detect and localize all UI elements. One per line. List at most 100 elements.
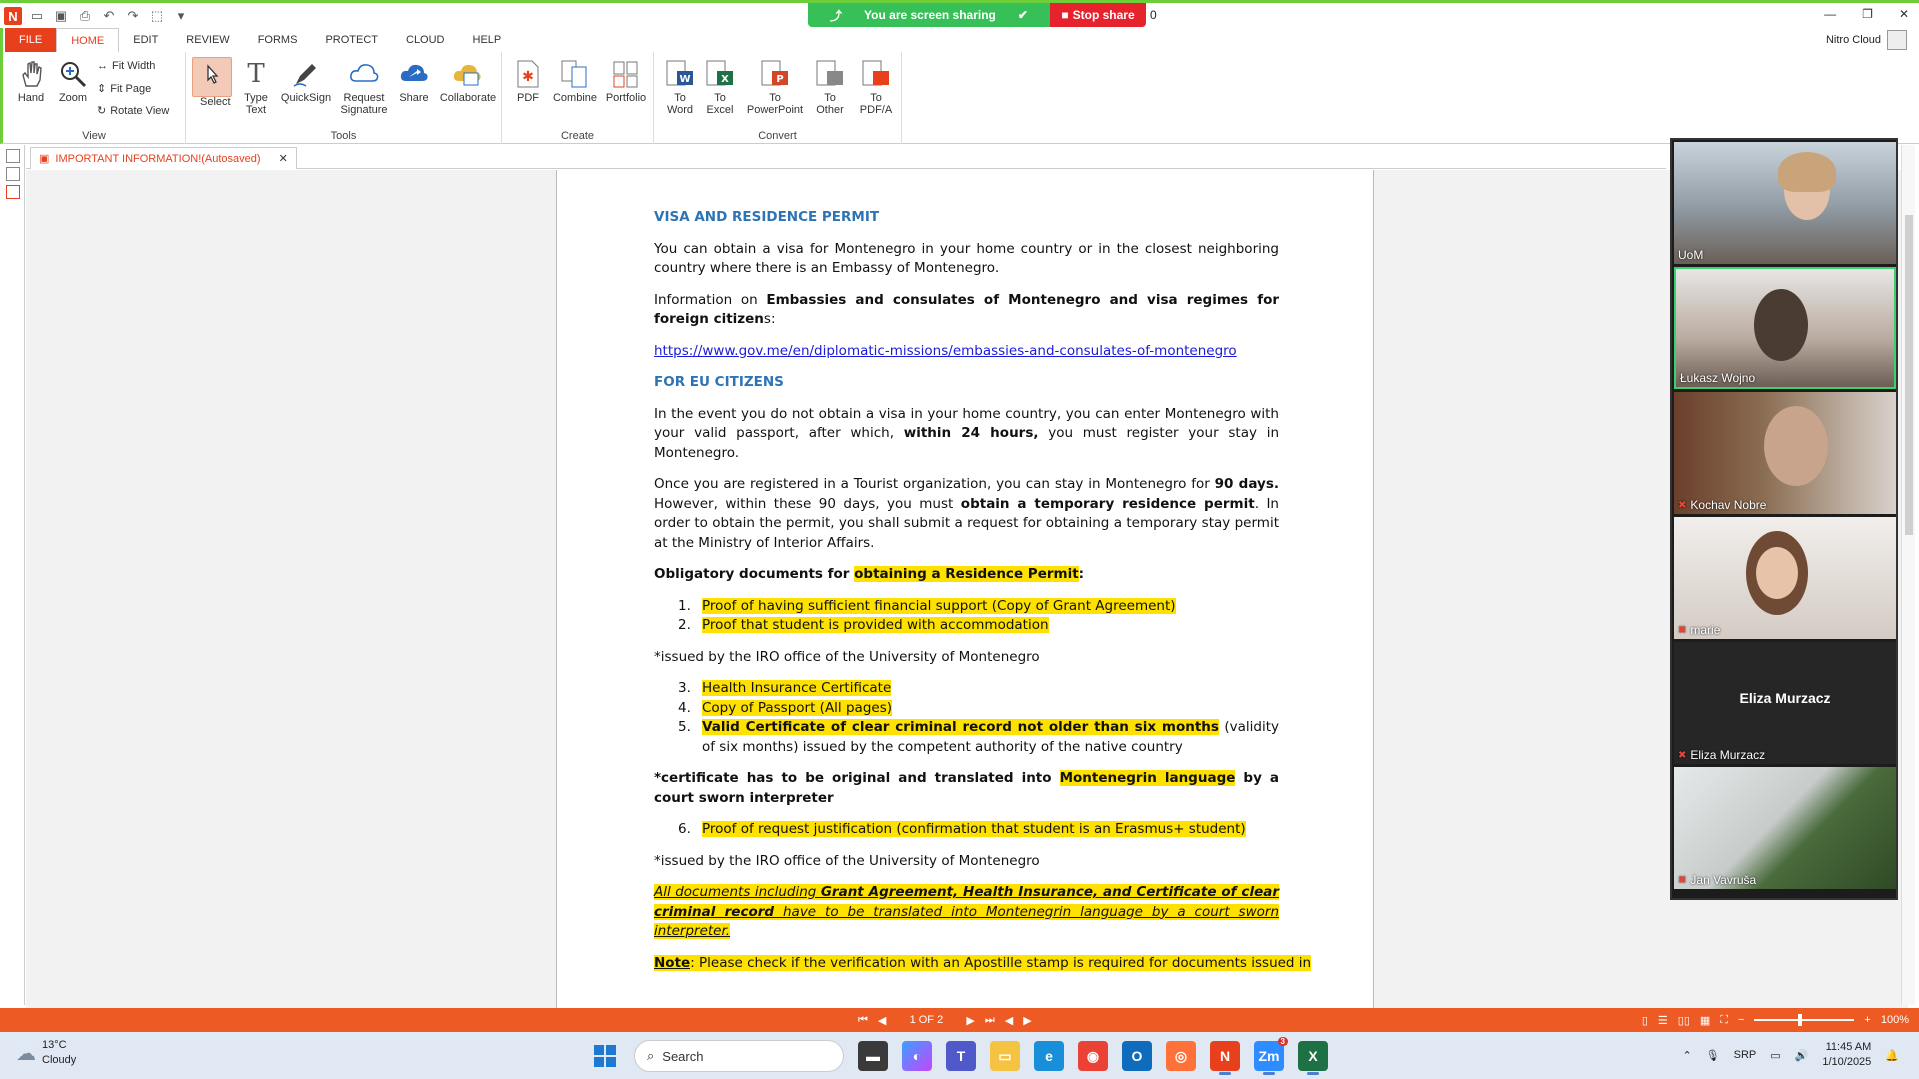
tab-review[interactable]: REVIEW: [172, 28, 243, 52]
account-label: Nitro Cloud: [1825, 34, 1881, 46]
facing-continuous-icon[interactable]: ▦: [1700, 1014, 1710, 1027]
participant-tile[interactable]: ✖ marie: [1674, 517, 1896, 639]
open-icon[interactable]: ▭: [28, 7, 46, 25]
tab-home[interactable]: HOME: [56, 28, 120, 52]
excel-icon[interactable]: X: [1298, 1041, 1328, 1075]
avatar[interactable]: [1887, 30, 1907, 50]
tab-file[interactable]: FILE: [5, 28, 57, 52]
save-icon[interactable]: ▣: [52, 7, 70, 25]
type-text-button[interactable]: T Type Text: [238, 58, 274, 116]
first-page-icon[interactable]: ⏮: [858, 1014, 868, 1027]
zoom-in-icon[interactable]: +: [1864, 1014, 1870, 1026]
taskbar-search[interactable]: ⌕ Search: [634, 1040, 844, 1072]
tab-forms[interactable]: FORMS: [244, 28, 312, 52]
fit-page-button[interactable]: ⇕ Fit Page: [97, 82, 151, 96]
pages-panel-icon[interactable]: [6, 149, 20, 163]
chrome-icon[interactable]: ◉: [1078, 1041, 1108, 1071]
restore-icon[interactable]: ❐: [1862, 7, 1873, 21]
zoom-slider[interactable]: [1754, 1014, 1855, 1026]
tab-protect[interactable]: PROTECT: [311, 28, 392, 52]
to-powerpoint-button[interactable]: P To PowerPoint: [744, 58, 806, 116]
facing-icon[interactable]: ▯▯: [1678, 1014, 1690, 1027]
stop-share-button[interactable]: ■ Stop share: [1050, 3, 1146, 27]
collaborate-button[interactable]: Collaborate: [438, 58, 498, 104]
to-word-button[interactable]: W To Word: [662, 58, 698, 116]
next-page-icon[interactable]: ▶: [966, 1014, 974, 1027]
zoom-button[interactable]: Zoom: [55, 58, 91, 104]
document-tab[interactable]: ▣ IMPORTANT INFORMATION!(Autosaved) ✕: [30, 147, 297, 169]
copilot-icon[interactable]: ◐: [902, 1041, 932, 1071]
bookmarks-panel-icon[interactable]: [6, 167, 20, 181]
participant-tile[interactable]: ✖ Jan Vavruša: [1674, 767, 1896, 889]
quicksign-button[interactable]: QuickSign: [278, 58, 334, 104]
previous-view-icon[interactable]: ◀: [1005, 1014, 1013, 1027]
speaker-icon[interactable]: 🔊: [1795, 1049, 1809, 1062]
outlook-icon[interactable]: O: [1122, 1041, 1152, 1071]
share-button[interactable]: Share: [394, 58, 434, 104]
document-canvas[interactable]: VISA AND RESIDENCE PERMIT You can obtain…: [26, 170, 1908, 1008]
continuous-icon[interactable]: ☰: [1658, 1014, 1668, 1027]
task-view-icon[interactable]: ▬: [858, 1041, 888, 1071]
portfolio-button[interactable]: Portfolio: [602, 58, 650, 104]
combine-button[interactable]: Combine: [552, 58, 598, 104]
language-indicator[interactable]: SRP: [1734, 1049, 1757, 1061]
redo-icon[interactable]: ↷: [124, 7, 142, 25]
nitro-pdf-icon[interactable]: N: [1210, 1041, 1240, 1075]
to-other-button[interactable]: To Other: [810, 58, 850, 116]
teams-icon[interactable]: T: [946, 1041, 976, 1071]
zoom-level[interactable]: 100%: [1881, 1014, 1909, 1026]
print-icon[interactable]: ⎙: [76, 7, 94, 25]
undo-icon[interactable]: ↶: [100, 7, 118, 25]
windows-start-icon[interactable]: [590, 1041, 620, 1071]
participant-tile[interactable]: Łukasz Wojno: [1674, 267, 1896, 389]
select-label: Select: [200, 96, 231, 108]
to-pdfa-button[interactable]: To PDF/A: [854, 58, 898, 116]
firefox-icon[interactable]: ◎: [1166, 1041, 1196, 1071]
select-button[interactable]: [192, 57, 232, 97]
vertical-scrollbar[interactable]: [1901, 145, 1915, 1005]
attachments-panel-icon[interactable]: [6, 185, 20, 199]
tab-cloud[interactable]: CLOUD: [392, 28, 459, 52]
last-page-icon[interactable]: ⏭: [985, 1014, 995, 1027]
close-tab-icon[interactable]: ✕: [279, 152, 288, 165]
zoom-slider-knob[interactable]: [1798, 1014, 1803, 1026]
pdf-page[interactable]: VISA AND RESIDENCE PERMIT You can obtain…: [556, 170, 1374, 1008]
previous-page-icon[interactable]: ◀: [878, 1014, 886, 1027]
clock[interactable]: 11:45 AM 1/10/2025: [1822, 1040, 1871, 1070]
document-tab-title: IMPORTANT INFORMATION!(Autosaved): [55, 152, 261, 165]
network-icon[interactable]: ▭: [1770, 1049, 1780, 1062]
list-items-c: 6. Proof of request justification (confir…: [654, 820, 1279, 840]
participant-tile[interactable]: Eliza Murzacz ✖ Eliza Murzacz: [1674, 642, 1896, 764]
customize-toolbar-icon[interactable]: ▾: [172, 7, 190, 25]
chevron-up-icon[interactable]: ⌃: [1682, 1049, 1691, 1062]
weather-widget[interactable]: ☁ 13°C Cloudy: [16, 1038, 76, 1068]
scrollbar-thumb[interactable]: [1905, 215, 1913, 535]
microphone-icon[interactable]: 🎙: [1706, 1049, 1720, 1062]
page-number[interactable]: 1 OF 2: [896, 1014, 956, 1026]
embassies-link-paragraph: https://www.gov.me/en/diplomatic-mission…: [654, 342, 1279, 362]
tab-edit[interactable]: EDIT: [119, 28, 172, 52]
single-page-icon[interactable]: ▯: [1642, 1014, 1648, 1027]
participant-tile[interactable]: ✖ Kochav Nobre: [1674, 392, 1896, 514]
zoom-icon[interactable]: Zm 3: [1254, 1037, 1288, 1075]
zoom-out-icon[interactable]: −: [1738, 1014, 1744, 1026]
next-view-icon[interactable]: ▶: [1023, 1014, 1031, 1027]
minimize-icon[interactable]: —: [1824, 7, 1836, 21]
participant-tile[interactable]: UoM: [1674, 142, 1896, 264]
hand-button[interactable]: Hand: [13, 58, 49, 104]
close-icon[interactable]: ✕: [1899, 7, 1909, 21]
select-tool-icon[interactable]: ⬚: [148, 7, 166, 25]
file-explorer-icon[interactable]: ▭: [990, 1041, 1020, 1071]
edge-icon[interactable]: e: [1034, 1041, 1064, 1071]
full-screen-icon[interactable]: ⛶: [1720, 1014, 1728, 1027]
tab-help[interactable]: HELP: [459, 28, 516, 52]
rotate-view-button[interactable]: ↻ Rotate View: [97, 104, 169, 118]
to-excel-button[interactable]: X To Excel: [702, 58, 738, 116]
embassies-link[interactable]: https://www.gov.me/en/diplomatic-mission…: [654, 343, 1237, 359]
pdf-button[interactable]: ✱ PDF: [510, 58, 546, 104]
notification-bell-icon[interactable]: 🔔: [1885, 1049, 1899, 1062]
hand-icon: [15, 58, 47, 90]
request-signature-button[interactable]: Request Signature: [336, 58, 392, 116]
fit-width-button[interactable]: ↔ Fit Width: [97, 60, 155, 72]
account-area[interactable]: Nitro Cloud: [1826, 28, 1907, 52]
